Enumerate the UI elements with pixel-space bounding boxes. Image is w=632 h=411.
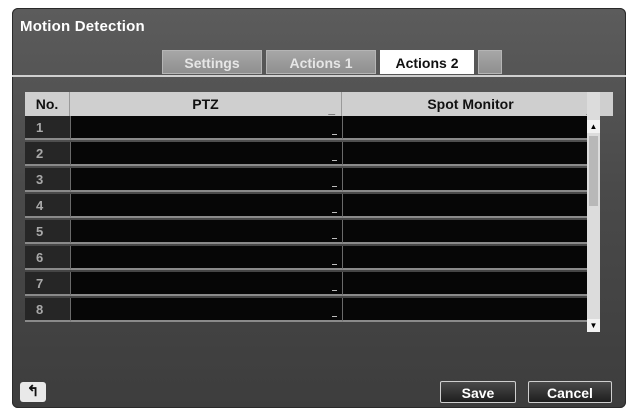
cell-cursor-icon: [332, 238, 337, 239]
triangle-down-icon[interactable]: ▼: [587, 319, 600, 332]
ptz-cell[interactable]: [70, 298, 342, 322]
row-number: 1: [25, 116, 70, 140]
row-number: 7: [25, 272, 70, 296]
motion-detection-window: Motion Detection Settings Actions 1 Acti…: [12, 8, 626, 408]
column-header-label: Spot Monitor: [427, 96, 514, 112]
spot-monitor-cell[interactable]: [342, 246, 600, 270]
tab-bar: Settings Actions 1 Actions 2: [12, 50, 626, 76]
spot-monitor-cell[interactable]: [342, 298, 600, 322]
cell-cursor-icon: [332, 316, 337, 317]
column-sort-icon: _: [328, 102, 335, 116]
header-corner: [600, 92, 613, 116]
ptz-cell[interactable]: [70, 272, 342, 296]
spot-monitor-cell[interactable]: [342, 194, 600, 218]
cell-cursor-icon: [332, 134, 337, 135]
row-number: 3: [25, 168, 70, 192]
spot-monitor-cell[interactable]: [342, 142, 600, 166]
ptz-cell[interactable]: [70, 116, 342, 140]
column-header-label: No.: [35, 96, 59, 112]
tab-divider: [12, 75, 626, 77]
tab-actions-1[interactable]: Actions 1: [266, 50, 376, 74]
triangle-up-icon[interactable]: ▲: [587, 120, 600, 133]
scrollbar-thumb[interactable]: [589, 136, 598, 206]
column-header-ptz[interactable]: PTZ _: [70, 92, 342, 116]
spot-monitor-cell[interactable]: [342, 272, 600, 296]
spot-monitor-cell[interactable]: [342, 168, 600, 192]
row-number: 5: [25, 220, 70, 244]
ptz-cell[interactable]: [70, 220, 342, 244]
ptz-cell[interactable]: [70, 142, 342, 166]
tab-spacer: [478, 50, 502, 74]
column-header-spot-monitor[interactable]: Spot Monitor_: [342, 92, 600, 116]
cell-cursor-icon: [332, 290, 337, 291]
back-arrow-icon[interactable]: ↰: [20, 382, 46, 402]
cell-cursor-icon: [332, 212, 337, 213]
window-title: Motion Detection: [20, 18, 145, 35]
ptz-cell[interactable]: [70, 194, 342, 218]
table-scrollbar[interactable]: ▲ ▼: [587, 92, 600, 332]
row-number: 2: [25, 142, 70, 166]
spot-monitor-cell[interactable]: [342, 116, 600, 140]
row-number: 6: [25, 246, 70, 270]
spot-monitor-cell[interactable]: [342, 220, 600, 244]
tab-settings[interactable]: Settings: [162, 50, 262, 74]
save-button[interactable]: Save: [440, 381, 516, 403]
column-header-no: No.: [25, 92, 70, 116]
cell-cursor-icon: [332, 264, 337, 265]
tab-actions-2[interactable]: Actions 2: [380, 50, 474, 74]
cancel-button[interactable]: Cancel: [528, 381, 612, 403]
cell-cursor-icon: [332, 186, 337, 187]
row-number: 4: [25, 194, 70, 218]
row-number: 8: [25, 298, 70, 322]
ptz-cell[interactable]: [70, 246, 342, 270]
column-header-label: PTZ: [192, 96, 219, 112]
ptz-cell[interactable]: [70, 168, 342, 192]
cell-cursor-icon: [332, 160, 337, 161]
